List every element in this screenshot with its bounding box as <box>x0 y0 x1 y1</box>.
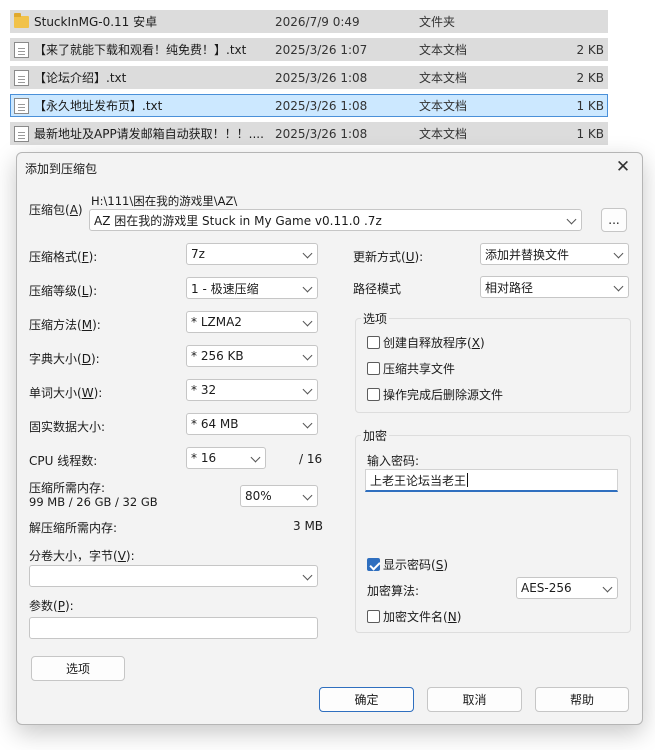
update-select[interactable]: 添加并替换文件 <box>480 243 629 265</box>
file-size: 1 KB <box>576 98 604 113</box>
chevron-down-icon <box>302 350 313 361</box>
help-button[interactable]: 帮助 <box>535 687 629 712</box>
path-mode-label: 路径模式 <box>353 282 402 296</box>
level-select[interactable]: 1 - 极速压缩 <box>186 277 318 299</box>
text-caret <box>467 473 469 487</box>
encryption-method-label: 加密算法: <box>367 584 420 598</box>
memory-select[interactable]: 80% <box>240 485 318 507</box>
chevron-down-icon <box>302 282 313 293</box>
text-file-icon <box>14 126 29 142</box>
file-name: 最新地址及APP请发邮箱自动获取！！！.... <box>34 127 264 141</box>
checkbox-box <box>367 610 380 623</box>
chevron-down-icon <box>302 384 313 395</box>
word-label: 单词大小(W): <box>29 386 103 400</box>
format-label: 压缩格式(F): <box>29 250 98 264</box>
file-size: 2 KB <box>576 42 604 57</box>
file-row[interactable]: StuckInMG-0.11 安卓 2026/7/9 0:49 文件夹 <box>10 10 608 33</box>
dialog-title: 添加到压缩包 <box>25 162 98 176</box>
file-type: 文本文档 <box>419 43 468 57</box>
file-date: 2025/3/26 1:08 <box>275 70 368 85</box>
format-select[interactable]: 7z <box>186 243 318 265</box>
split-combo[interactable] <box>29 565 318 587</box>
chevron-down-icon <box>566 214 577 225</box>
memory-detail: 99 MB / 26 GB / 32 GB <box>29 495 158 509</box>
file-type: 文件夹 <box>419 15 456 29</box>
password-label: 输入密码: <box>367 454 420 468</box>
ok-button[interactable]: 确定 <box>319 687 414 712</box>
threads-select[interactable]: * 16 <box>186 447 266 469</box>
archive-label: 压缩包(A) <box>29 203 83 217</box>
compress-shared-checkbox[interactable]: 压缩共享文件 <box>367 360 455 377</box>
file-name: 【永久地址发布页】.txt <box>34 99 163 113</box>
encrypt-filenames-checkbox[interactable]: 加密文件名(N) <box>367 608 461 625</box>
chevron-down-icon <box>302 490 313 501</box>
file-name: 【论坛介绍】.txt <box>34 71 127 85</box>
checkbox-box <box>367 336 380 349</box>
file-date: 2025/3/26 1:08 <box>275 126 368 141</box>
threads-label: CPU 线程数: <box>29 454 98 468</box>
chevron-down-icon <box>302 316 313 327</box>
file-name: 【来了就能下载和观看！纯免费！】.txt <box>34 43 247 57</box>
file-type: 文本文档 <box>419 71 468 85</box>
password-input[interactable]: 上老王论坛当老王 <box>365 469 618 492</box>
method-select[interactable]: * LZMA2 <box>186 311 318 333</box>
file-size: 2 KB <box>576 70 604 85</box>
file-type: 文本文档 <box>419 99 468 113</box>
text-file-icon <box>14 42 29 58</box>
file-type: 文本文档 <box>419 127 468 141</box>
file-date: 2025/3/26 1:07 <box>275 42 368 57</box>
chevron-down-icon <box>302 248 313 259</box>
chevron-down-icon <box>613 281 624 292</box>
threads-max: / 16 <box>299 452 323 466</box>
dict-label: 字典大小(D): <box>29 352 100 366</box>
cancel-button[interactable]: 取消 <box>427 687 522 712</box>
text-file-icon <box>14 98 29 114</box>
decompress-memory-label: 解压缩所需内存: <box>29 521 118 535</box>
level-label: 压缩等级(L): <box>29 284 98 298</box>
checkbox-box <box>367 558 380 571</box>
archive-path: H:\111\困在我的游戏里\AZ\ <box>91 194 238 208</box>
file-row[interactable]: 最新地址及APP请发邮箱自动获取！！！.... 2025/3/26 1:08 文… <box>10 122 608 145</box>
file-row[interactable]: 【论坛介绍】.txt 2025/3/26 1:08 文本文档 2 KB <box>10 66 608 89</box>
close-icon[interactable]: ✕ <box>612 157 634 177</box>
path-mode-select[interactable]: 相对路径 <box>480 276 629 298</box>
text-file-icon <box>14 70 29 86</box>
solid-label: 固实数据大小: <box>29 420 106 434</box>
params-input[interactable] <box>29 617 318 639</box>
archive-name-combo[interactable]: AZ 困在我的游戏里 Stuck in My Game v0.11.0 .7z <box>89 209 582 231</box>
checkbox-box <box>367 388 380 401</box>
delete-after-checkbox[interactable]: 操作完成后删除源文件 <box>367 386 503 403</box>
file-date: 2026/7/9 0:49 <box>275 14 360 29</box>
chevron-down-icon <box>302 570 313 581</box>
dict-select[interactable]: * 256 KB <box>186 345 318 367</box>
memory-label: 压缩所需内存: <box>29 481 106 495</box>
chevron-down-icon <box>602 582 613 593</box>
chevron-down-icon <box>250 452 261 463</box>
options-group-title: 选项 <box>361 310 390 327</box>
word-select[interactable]: * 32 <box>186 379 318 401</box>
file-row[interactable]: 【来了就能下载和观看！纯免费！】.txt 2025/3/26 1:07 文本文档… <box>10 38 608 61</box>
folder-icon <box>14 13 29 28</box>
solid-select[interactable]: * 64 MB <box>186 413 318 435</box>
file-list: StuckInMG-0.11 安卓 2026/7/9 0:49 文件夹 【来了就… <box>0 0 655 150</box>
params-label: 参数(P): <box>29 599 74 613</box>
create-sfx-checkbox[interactable]: 创建自释放程序(X) <box>367 334 485 351</box>
file-row-selected[interactable]: 【永久地址发布页】.txt 2025/3/26 1:08 文本文档 1 KB <box>10 94 608 117</box>
options-button[interactable]: 选项 <box>31 656 125 681</box>
decompress-memory-value: 3 MB <box>293 519 324 533</box>
encryption-method-select[interactable]: AES-256 <box>516 577 618 599</box>
split-label: 分卷大小，字节(V): <box>29 549 135 563</box>
file-date: 2025/3/26 1:08 <box>275 98 368 113</box>
file-name: StuckInMG-0.11 安卓 <box>34 15 158 29</box>
add-to-archive-dialog: 添加到压缩包 ✕ 压缩包(A) H:\111\困在我的游戏里\AZ\ AZ 困在… <box>16 152 643 725</box>
file-size: 1 KB <box>576 126 604 141</box>
update-label: 更新方式(U): <box>353 250 424 264</box>
checkbox-box <box>367 362 380 375</box>
chevron-down-icon <box>613 248 624 259</box>
browse-button[interactable]: ... <box>601 208 627 232</box>
method-label: 压缩方法(M): <box>29 318 101 332</box>
show-password-checkbox[interactable]: 显示密码(S) <box>367 556 448 573</box>
chevron-down-icon <box>302 418 313 429</box>
encryption-group-title: 加密 <box>361 427 390 444</box>
